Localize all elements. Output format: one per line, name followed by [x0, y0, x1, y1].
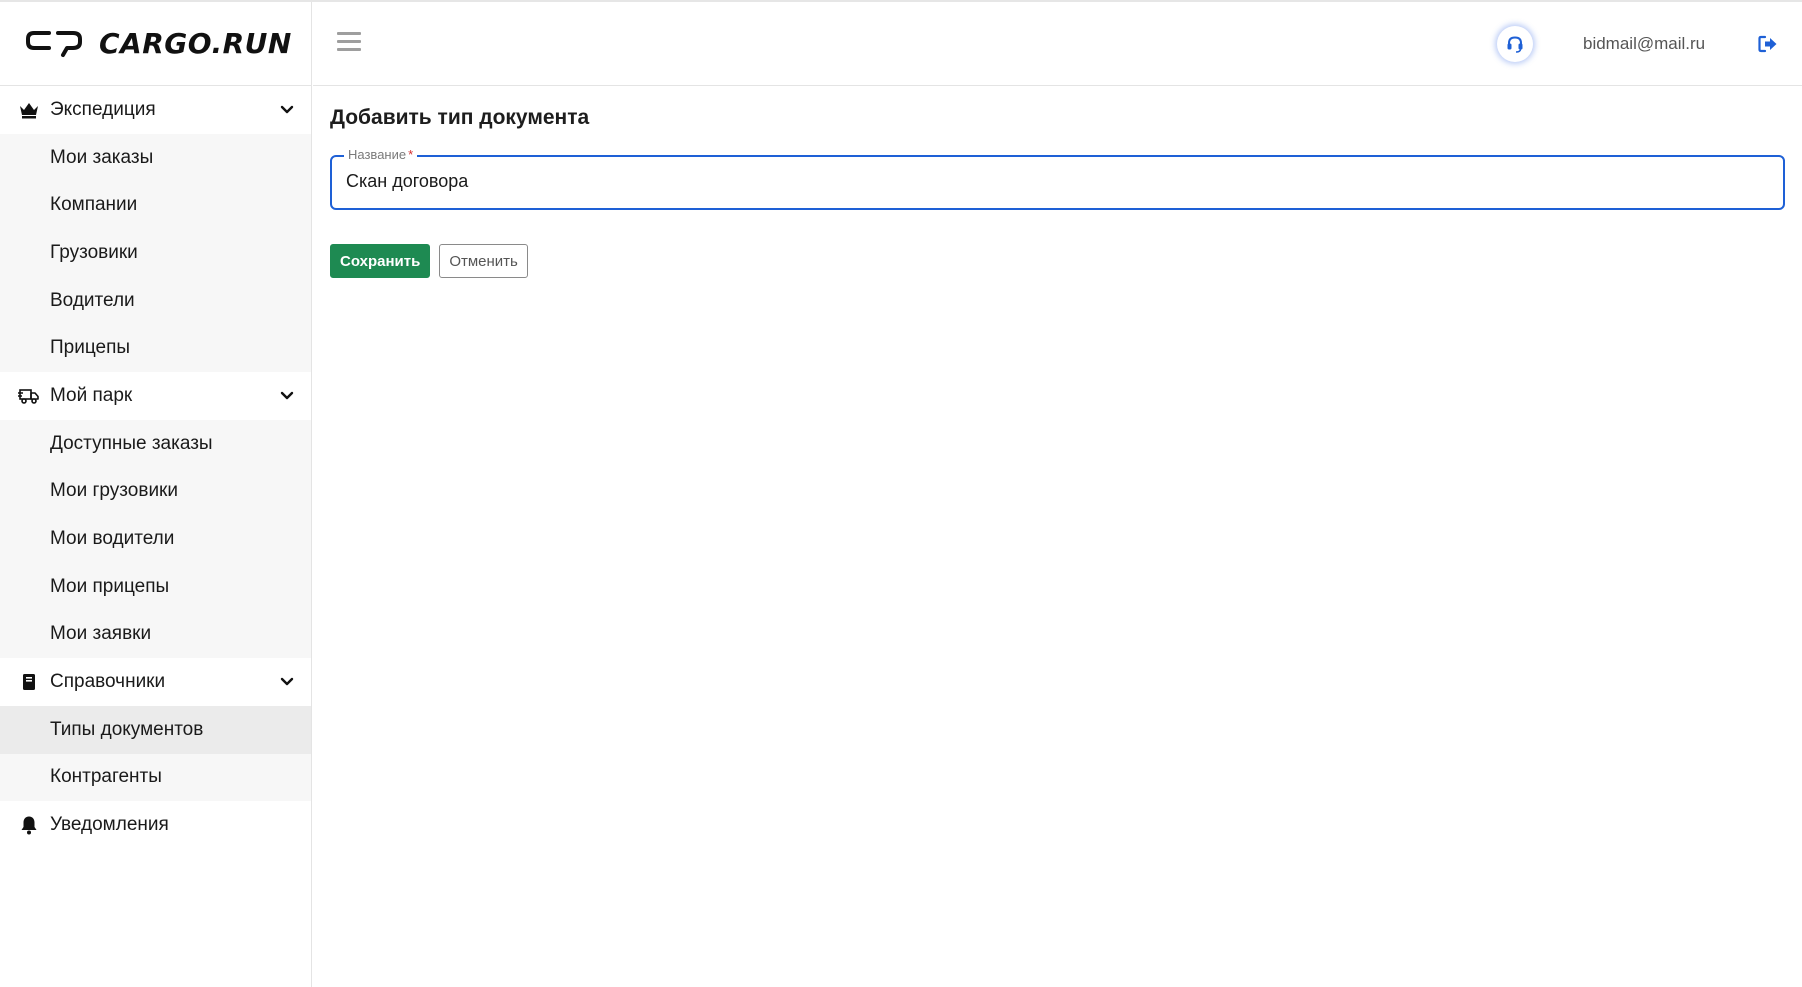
form-actions: Сохранить Отменить [330, 244, 1785, 278]
sidebar-item-my-trucks[interactable]: Мои грузовики [0, 468, 311, 516]
sidebar-item-trucks[interactable]: Грузовики [0, 229, 311, 277]
book-icon [18, 671, 40, 693]
sidebar-item-companies[interactable]: Компании [0, 182, 311, 230]
sidebar: CARGO.RUN Экспедиция Мои заказы Компании… [0, 2, 312, 987]
submenu-expedition: Мои заказы Компании Грузовики Водители П… [0, 134, 311, 372]
sidebar-item-my-orders[interactable]: Мои заказы [0, 134, 311, 182]
crown-icon [18, 99, 40, 121]
menu-group-label: Экспедиция [50, 99, 156, 120]
menu-group-directories[interactable]: Справочники [0, 657, 311, 706]
menu-group-expedition[interactable]: Экспедиция [0, 86, 311, 134]
name-input[interactable] [346, 171, 1766, 192]
cancel-button[interactable]: Отменить [439, 244, 528, 278]
support-headset-icon[interactable] [1497, 26, 1533, 62]
submenu-directories: Типы документов Контрагенты [0, 705, 311, 802]
main-content: Добавить тип документа Название* Сохрани… [330, 86, 1785, 278]
logout-icon[interactable] [1758, 35, 1778, 53]
page-title: Добавить тип документа [330, 106, 590, 129]
chevron-down-icon [280, 105, 294, 114]
sidebar-item-document-types[interactable]: Типы документов [0, 705, 311, 754]
sidebar-item-trailers[interactable]: Прицепы [0, 324, 311, 372]
menu-group-label: Справочники [50, 670, 166, 692]
chevron-down-icon [280, 391, 294, 400]
name-field-label: Название * [344, 147, 418, 163]
sidebar-item-my-requests[interactable]: Мои заявки [0, 610, 311, 658]
sidebar-item-available-orders[interactable]: Доступные заказы [0, 420, 311, 468]
hamburger-menu-icon[interactable] [337, 32, 361, 54]
bell-icon [18, 814, 40, 836]
sidebar-item-my-drivers[interactable]: Мои водители [0, 515, 311, 563]
submenu-my-fleet: Доступные заказы Мои грузовики Мои водит… [0, 419, 311, 658]
menu-group-label: Мой парк [50, 384, 133, 406]
menu-item-label: Уведомления [50, 814, 169, 836]
sidebar-item-my-trailers[interactable]: Мои прицепы [0, 563, 311, 611]
name-field: Название * [330, 147, 1785, 210]
required-mark: * [408, 147, 414, 162]
save-button[interactable]: Сохранить [330, 244, 431, 278]
top-header: bidmail@mail.ru [313, 2, 1802, 86]
cargo-logo-icon [26, 30, 82, 57]
logo[interactable]: CARGO.RUN [0, 2, 311, 86]
menu-group-my-fleet[interactable]: Мой парк [0, 371, 311, 420]
menu-item-notifications[interactable]: Уведомления [0, 801, 311, 850]
sidebar-item-drivers[interactable]: Водители [0, 277, 311, 325]
truck-icon [18, 385, 40, 407]
sidebar-menu: Экспедиция Мои заказы Компании Грузовики… [0, 86, 311, 850]
chevron-down-icon [280, 677, 294, 686]
user-email[interactable]: bidmail@mail.ru [1583, 34, 1705, 54]
sidebar-item-counterparties[interactable]: Контрагенты [0, 754, 311, 802]
brand-name: CARGO.RUN [99, 27, 292, 60]
